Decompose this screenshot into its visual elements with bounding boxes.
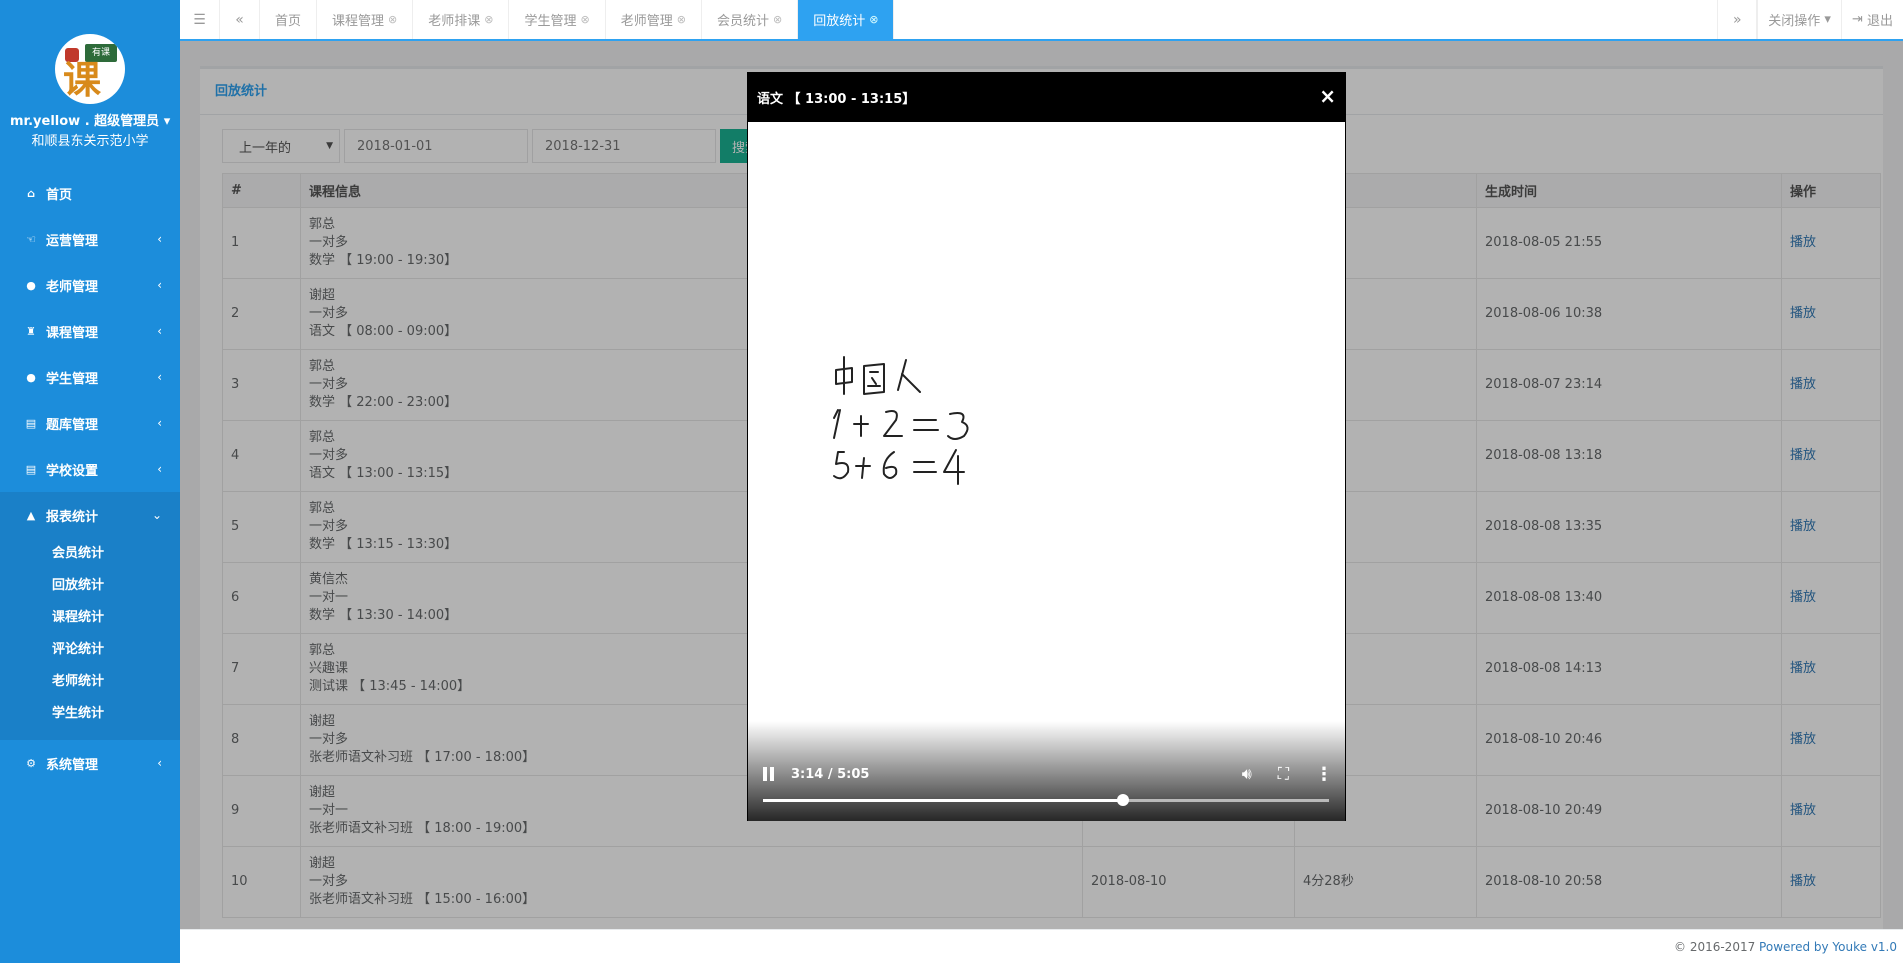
user-icon: ● — [26, 278, 36, 292]
chevron-left-icon: ‹ — [157, 462, 162, 476]
video-progress-fill — [763, 799, 1123, 802]
playback-modal: 语文 【 13:00 - 13:15】 × 3:14 / 5:05 🔊︎ ⛶ ⋮ — [747, 72, 1346, 821]
tabs-left-icon[interactable]: « — [220, 0, 260, 39]
modal-title: 语文 【 13:00 - 13:15】 — [757, 91, 916, 107]
footer: © 2016-2017 Powered by Youke v1.0 — [180, 929, 1903, 963]
video-progress-knob[interactable] — [1116, 794, 1129, 806]
sidebar-item-home-0[interactable]: ⌂ 首页 — [0, 170, 180, 216]
sidebar-subitem[interactable]: 学生统计 — [0, 698, 180, 730]
sidebar-item-chart-7[interactable]: ▲ 报表统计 ⌄ — [0, 492, 180, 538]
sidebar-item-label: 老师管理 — [46, 279, 99, 295]
sidebar-item-book-6[interactable]: ▤ 学校设置 ‹ — [0, 446, 180, 492]
podium-icon: ♜ — [26, 324, 36, 338]
user-name[interactable]: mr.yellow . 超级管理员 ▾ — [0, 110, 180, 129]
sidebar-item-book-5[interactable]: ▤ 题库管理 ‹ — [0, 400, 180, 446]
book-icon: ▤ — [25, 416, 37, 430]
tab-4[interactable]: 老师管理 ⊗ — [606, 0, 702, 39]
profile: 有课 课 mr.yellow . 超级管理员 ▾ 和顺县东关示范小学 — [0, 0, 180, 170]
sidebar-item-label: 运营管理 — [46, 233, 99, 249]
tab-3[interactable]: 学生管理 ⊗ — [509, 0, 606, 39]
whiteboard-handwriting — [833, 356, 969, 485]
sidebar-item-label: 课程管理 — [46, 325, 99, 341]
tab-5[interactable]: 会员统计 ⊗ — [702, 0, 799, 39]
fullscreen-icon[interactable]: ⛶ — [1278, 764, 1289, 784]
tab-6[interactable]: 回放统计 ⊗ — [798, 0, 895, 39]
video-controls: 3:14 / 5:05 🔊︎ ⛶ ⋮ — [748, 721, 1345, 821]
user-icon: ● — [26, 370, 36, 384]
gears-icon: ⚙ — [26, 756, 36, 770]
tab-label: 首页 — [275, 14, 302, 29]
close-icon[interactable]: × — [1319, 84, 1336, 108]
sidebar-item-label: 学校设置 — [46, 463, 99, 479]
sidebar-item-label: 题库管理 — [46, 417, 99, 433]
volume-icon[interactable]: 🔊︎ — [1242, 764, 1252, 784]
tab-label: 会员统计 — [716, 14, 769, 29]
sidebar-subitem[interactable]: 课程统计 — [0, 602, 180, 634]
side-nav: ⌂ 首页 ☜ 运营管理 ‹ ● 老师管理 ‹ ♜ 课程管理 ‹ ● 学生管理 ‹ ▤ 题库管理 ‹ ▤ 学校设置 ‹ ▲… — [0, 170, 180, 786]
school-logo: 有课 课 — [55, 34, 125, 104]
tab-label: 老师管理 — [620, 14, 673, 29]
sidebar-item-label: 首页 — [46, 187, 73, 203]
tabs-right-icon[interactable]: » — [1717, 0, 1758, 39]
chevron-left-icon: ‹ — [157, 324, 162, 338]
chevron-left-icon: ‹ — [157, 756, 162, 770]
hand-icon: ☜ — [26, 232, 36, 246]
sidebar-item-label: 学生管理 — [46, 371, 99, 387]
sidebar: 有课 课 mr.yellow . 超级管理员 ▾ 和顺县东关示范小学 ⌂ 首页 ☜ 运… — [0, 0, 180, 963]
close-icon[interactable]: ⊗ — [581, 13, 590, 26]
tab-label: 老师排课 — [428, 14, 481, 29]
tab-2[interactable]: 老师排课 ⊗ — [413, 0, 510, 39]
sidebar-subitem[interactable]: 回放统计 — [0, 570, 180, 602]
sidebar-subitem[interactable]: 评论统计 — [0, 634, 180, 666]
footer-copyright: © 2016-2017 — [1674, 940, 1760, 954]
sidebar-item-label: 报表统计 — [46, 509, 99, 525]
home-icon: ⌂ — [27, 186, 35, 200]
book-icon: ▤ — [25, 462, 37, 476]
close-ops-dropdown[interactable]: 关闭操作 ▾ — [1757, 0, 1841, 39]
tab-label: 回放统计 — [813, 14, 866, 29]
modal-header: 语文 【 13:00 - 13:15】 × — [747, 72, 1346, 122]
sidebar-subitem[interactable]: 老师统计 — [0, 666, 180, 698]
chevron-left-icon: ‹ — [157, 416, 162, 430]
sidebar-subitem[interactable]: 会员统计 — [0, 538, 180, 570]
logout-button[interactable]: ⇥ 退出 — [1840, 0, 1903, 39]
sidebar-item-hand-1[interactable]: ☜ 运营管理 ‹ — [0, 216, 180, 262]
tab-strip: 首页 课程管理 ⊗ 老师排课 ⊗ 学生管理 ⊗ 老师管理 ⊗ 会员统计 ⊗ 回放统计 ⊗ — [260, 0, 1717, 39]
sidebar-item-podium-3[interactable]: ♜ 课程管理 ‹ — [0, 308, 180, 354]
footer-brand-link[interactable]: Powered by Youke v1.0 — [1759, 940, 1897, 954]
chevron-left-icon: ‹ — [157, 278, 162, 292]
sidebar-item-user-2[interactable]: ● 老师管理 ‹ — [0, 262, 180, 308]
menu-toggle-icon[interactable]: ☰ — [180, 0, 220, 39]
sidebar-item-system[interactable]: ⚙ 系统管理 ‹ — [0, 740, 180, 786]
close-icon[interactable]: ⊗ — [869, 13, 878, 26]
more-options-icon[interactable]: ⋮ — [1315, 764, 1333, 785]
tab-label: 课程管理 — [332, 14, 385, 29]
tab-1[interactable]: 课程管理 ⊗ — [317, 0, 414, 39]
tab-0[interactable]: 首页 — [260, 0, 318, 39]
close-icon[interactable]: ⊗ — [484, 13, 493, 26]
pause-icon[interactable] — [763, 767, 777, 781]
video-progress-bar[interactable] — [763, 794, 1329, 806]
chevron-down-icon: ⌄ — [151, 508, 162, 522]
close-icon[interactable]: ⊗ — [388, 13, 397, 26]
video-time: 3:14 / 5:05 — [791, 766, 870, 782]
chevron-left-icon: ‹ — [157, 232, 162, 246]
logo-char: 课 — [63, 57, 102, 102]
user-school: 和顺县东关示范小学 — [31, 134, 149, 149]
tab-label: 学生管理 — [524, 14, 577, 29]
sidebar-item-label: 系统管理 — [46, 757, 99, 773]
top-tab-bar: ☰ « 首页 课程管理 ⊗ 老师排课 ⊗ 学生管理 ⊗ 老师管理 ⊗ 会员统计 ⊗ 回放统计 ⊗ » 关… — [180, 0, 1903, 41]
chart-icon: ▲ — [26, 508, 36, 522]
video-player[interactable]: 3:14 / 5:05 🔊︎ ⛶ ⋮ — [748, 122, 1345, 821]
sidebar-group-report: ▲ 报表统计 ⌄ 会员统计 回放统计 课程统计 评论统计 老师统计 学生统计 — [0, 492, 180, 740]
close-icon[interactable]: ⊗ — [773, 13, 782, 26]
chevron-left-icon: ‹ — [157, 370, 162, 384]
close-icon[interactable]: ⊗ — [677, 13, 686, 26]
sidebar-item-user-4[interactable]: ● 学生管理 ‹ — [0, 354, 180, 400]
